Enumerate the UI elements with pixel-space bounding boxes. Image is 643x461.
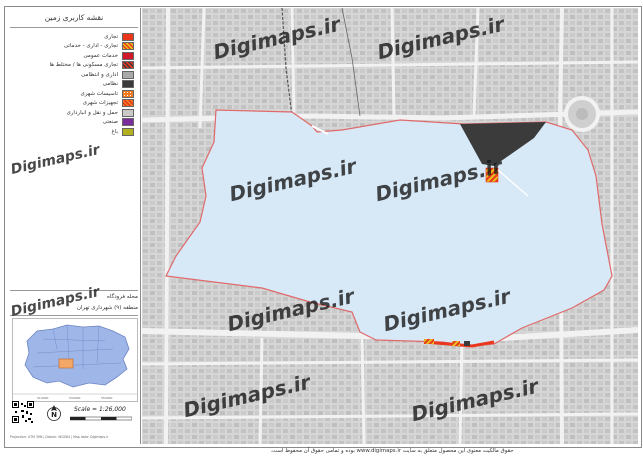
map-area: Digimaps.ir Digimaps.ir Digimaps.ir Digi… [142,8,638,444]
legend-item: حمل و نقل و انبارداری [66,108,134,117]
legend-swatch [122,51,134,60]
legend-swatch [122,70,134,79]
legend-item: تجاری - اداری - خدماتی [64,42,134,51]
location-minimap: 510000 530000 550000 [12,318,138,402]
minimap-tick: 550000 [101,396,113,400]
legend-item: تجاری مسکونی ها / مختلط ها [49,61,134,70]
legend-swatch [122,80,134,88]
legend-label: تجاری [104,33,118,40]
north-label: N [51,411,57,419]
legend-label: خدمات عمومی [83,52,118,59]
legend-label: تجاری مسکونی ها / مختلط ها [49,62,118,68]
legend-swatch [122,42,134,50]
map-svg [142,8,638,444]
mixed-use-zone [424,339,434,344]
minimap-tick: 510000 [37,396,49,400]
north-arrow-icon: N [47,405,61,421]
legend-swatch [122,32,134,41]
scale-bar [70,416,132,421]
qr-code [12,401,34,423]
legend-item: صنعتی [103,118,134,127]
scale-text: Scale = 1:26,000 [74,406,126,413]
study-area-marker [58,358,74,369]
legend-label: اداری و انتظامی [80,71,118,78]
legend-label: تجهیزات شهری [82,100,118,106]
legend-divider [10,27,138,28]
tehran-city-polygon [24,324,130,388]
military-zone-small [464,341,470,346]
legend-label: صنعتی [102,119,118,125]
legend-item: تجهیزات شهری [83,99,134,108]
legend-swatch [122,89,134,98]
legend-item: نظامی [103,80,134,89]
mixed-use-zone [452,341,460,346]
legend-item: تاسیسات شهری [81,89,134,98]
legend-swatch [122,99,134,107]
legend-label: حمل و نقل و انبارداری [66,109,118,116]
legend-label: نظامی [102,81,118,87]
minimap-tick: 530000 [69,396,81,400]
legend-label: تاسیسات شهری [80,90,118,97]
copyright-notice: حقوق مالکیت معنوی این محصول متعلق به سای… [270,448,514,454]
legend-item: تجاری [104,32,134,41]
legend-item: خدمات عمومی [83,51,134,60]
legend-item: باغ [111,127,134,136]
minimap-svg: 510000 530000 550000 [13,319,137,401]
legend-swatch [122,108,134,117]
legend-swatch [122,127,134,136]
projection-note: Projection: UTM 39N | Datum: WGS84 | Map… [10,435,109,439]
legend-label: باغ [111,128,119,135]
legend-item: اداری و انتظامی [81,70,134,79]
legend-swatch [122,118,134,126]
legend-title: نقشه کاربری زمین [44,13,104,22]
roundabout-center [576,108,588,120]
legend-swatch [122,61,134,69]
legend-label: تجاری - اداری - خدماتی [63,43,118,49]
